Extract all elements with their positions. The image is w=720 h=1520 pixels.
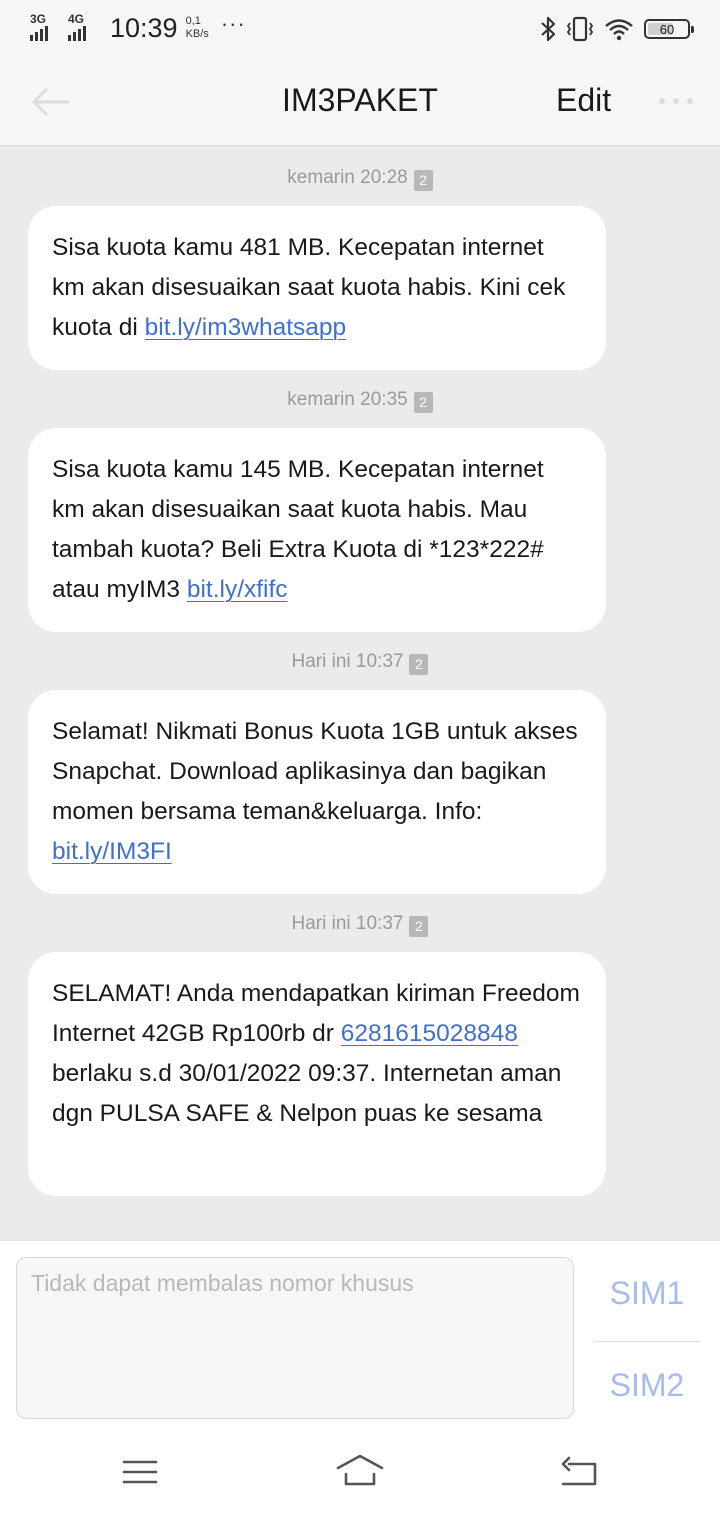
message-timestamp: Hari ini 10:37 2	[0, 650, 720, 675]
signal-bars-icon	[68, 26, 86, 41]
reply-area: Tidak dapat membalas nomor khusus SIM1 S…	[0, 1240, 720, 1430]
message-timestamp: Hari ini 10:37 2	[0, 912, 720, 937]
battery-level: 60	[659, 21, 675, 37]
message-link[interactable]: bit.ly/xfifc	[187, 576, 288, 603]
navigation-bar	[0, 1430, 720, 1520]
message-text: Selamat! Nikmati Bonus Kuota 1GB untuk a…	[52, 718, 578, 825]
timestamp-text: kemarin 20:35	[287, 389, 408, 410]
message-timestamp: kemarin 20:28 2	[0, 166, 720, 191]
sim-badge: 2	[409, 654, 429, 675]
more-horizontal-icon	[659, 98, 693, 104]
timestamp-text: Hari ini 10:37	[291, 651, 404, 672]
sim-badge: 2	[413, 392, 433, 413]
network-3g-label: 3G	[30, 12, 47, 26]
timestamp-text: Hari ini 10:37	[291, 913, 404, 934]
message-list[interactable]: kemarin 20:28 2 Sisa kuota kamu 481 MB. K…	[0, 146, 720, 1240]
message-bubble[interactable]: Sisa kuota kamu 481 MB. Kecepatan intern…	[28, 206, 606, 370]
bluetooth-icon	[541, 16, 556, 42]
message-text: Sisa kuota kamu 145 MB. Kecepatan intern…	[52, 456, 544, 603]
back-nav-button[interactable]	[555, 1452, 605, 1492]
vibrate-icon	[566, 16, 594, 42]
status-left: 3G 4G 10:39 0,1 KB/s ···	[30, 10, 246, 46]
message-timestamp: kemarin 20:35 2	[0, 388, 720, 413]
status-bar: 3G 4G 10:39 0,1 KB/s ··· 60	[0, 0, 720, 58]
menu-button[interactable]	[115, 1452, 165, 1492]
wifi-icon	[605, 19, 633, 41]
network-3g-indicator: 3G	[30, 13, 64, 43]
home-button[interactable]	[335, 1452, 385, 1492]
network-speed-value: 0,1	[185, 15, 201, 27]
network-speed: 0,1 KB/s	[186, 15, 209, 41]
sim-divider	[594, 1341, 700, 1342]
sim-badge: 2	[409, 916, 429, 937]
message-link[interactable]: bit.ly/im3whatsapp	[145, 314, 347, 341]
signal-bars-icon	[30, 26, 48, 41]
conversation-title: IM3PAKET	[282, 82, 438, 118]
sim-badge: 2	[413, 170, 433, 191]
sim1-send-button[interactable]: SIM1	[594, 1275, 700, 1312]
notification-more-icon: ···	[220, 11, 246, 36]
reply-input[interactable]: Tidak dapat membalas nomor khusus	[16, 1257, 574, 1419]
network-4g-label: 4G	[68, 12, 85, 26]
battery-icon: 60	[644, 19, 694, 39]
status-time: 10:39	[110, 12, 178, 43]
message-phone-link[interactable]: 6281615028848	[341, 1020, 518, 1047]
home-icon	[336, 1454, 384, 1486]
message-text: berlaku s.d 30/01/2022 09:37. Internetan…	[52, 1060, 562, 1127]
network-speed-unit: KB/s	[185, 28, 209, 40]
edit-button[interactable]: Edit	[556, 82, 611, 119]
app-header: IM3PAKET Edit	[0, 58, 720, 146]
more-options-button[interactable]	[656, 86, 696, 116]
message-bubble[interactable]: Sisa kuota kamu 145 MB. Kecepatan intern…	[28, 428, 606, 632]
message-bubble[interactable]: Selamat! Nikmati Bonus Kuota 1GB untuk a…	[28, 690, 606, 894]
return-icon	[561, 1456, 597, 1486]
network-4g-indicator: 4G	[68, 13, 102, 43]
sim2-send-button[interactable]: SIM2	[594, 1367, 700, 1404]
status-right: 60	[540, 14, 694, 44]
timestamp-text: kemarin 20:28	[287, 167, 408, 188]
message-bubble[interactable]: SELAMAT! Anda mendapatkan kiriman Freedo…	[28, 952, 606, 1196]
message-link[interactable]: bit.ly/IM3FI	[52, 838, 172, 865]
menu-icon	[122, 1460, 158, 1484]
